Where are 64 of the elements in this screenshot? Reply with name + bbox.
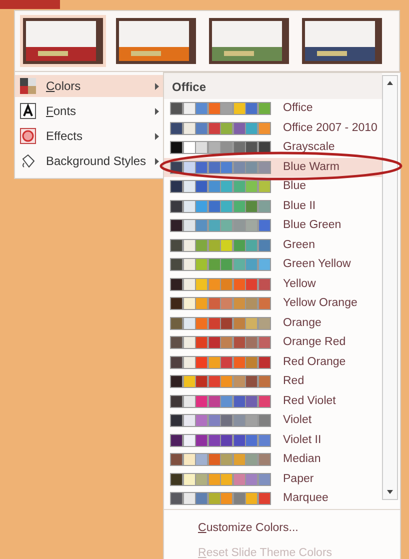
- color-scheme-item[interactable]: Red: [164, 372, 382, 392]
- color-grid-icon: [20, 78, 36, 94]
- color-scheme-item[interactable]: Green Yellow: [164, 255, 382, 274]
- color-scheme-item[interactable]: Yellow Orange: [164, 294, 382, 314]
- menu-label: Colors: [46, 78, 82, 95]
- color-scheme-item[interactable]: Paper: [164, 470, 382, 489]
- scheme-label: Orange: [283, 316, 322, 331]
- paint-bucket-icon: [20, 153, 36, 169]
- menu-label: Effects: [46, 128, 84, 145]
- scheme-label: Red Violet: [283, 394, 336, 409]
- color-scheme-item[interactable]: Marquee: [164, 489, 382, 508]
- menu-item[interactable]: Colors: [15, 75, 165, 97]
- theme-thumbnail[interactable]: [113, 15, 199, 67]
- footer-command[interactable]: Customize Colors...: [198, 520, 400, 537]
- menu-item[interactable]: Background Styles: [15, 150, 165, 172]
- theme-thumbnail[interactable]: [299, 15, 385, 67]
- color-scheme-item[interactable]: Green: [164, 236, 382, 255]
- color-scheme-item[interactable]: Violet: [164, 411, 382, 430]
- theme-thumbnail[interactable]: [206, 15, 292, 67]
- color-scheme-item[interactable]: Blue: [164, 177, 382, 196]
- color-scheme-item[interactable]: Blue Warm: [164, 158, 382, 177]
- color-scheme-item[interactable]: Orange: [164, 314, 382, 333]
- section-header: Office: [164, 73, 382, 99]
- scheme-label: Green: [283, 238, 315, 253]
- scheme-label: Median: [283, 452, 321, 468]
- theme-thumbnail[interactable]: [20, 15, 106, 67]
- submenu-arrow-icon: [155, 132, 159, 140]
- scheme-label: Blue II: [283, 198, 316, 214]
- submenu-arrow-icon: [155, 158, 159, 164]
- scheme-label: Office 2007 - 2010: [283, 120, 378, 136]
- scheme-label: Marquee: [283, 491, 328, 506]
- scheme-label: Grayscale: [283, 140, 335, 156]
- menu-item[interactable]: Effects: [15, 125, 165, 147]
- menu-item[interactable]: Fonts: [15, 100, 165, 122]
- color-scheme-item[interactable]: Red Orange: [164, 352, 382, 372]
- color-scheme-item[interactable]: Blue II: [164, 196, 382, 216]
- color-scheme-item[interactable]: Office 2007 - 2010: [164, 118, 382, 138]
- scheme-label: Yellow Orange: [283, 296, 358, 312]
- scheme-label: Red: [283, 374, 304, 390]
- letter-a-icon: [20, 103, 36, 119]
- scheme-label: Blue: [283, 179, 306, 194]
- color-scheme-item[interactable]: Grayscale: [164, 138, 382, 158]
- scheme-label: Red Orange: [283, 354, 346, 370]
- circle-effect-icon: [20, 128, 36, 144]
- color-scheme-item[interactable]: Orange Red: [164, 333, 382, 352]
- scheme-label: Blue Warm: [283, 160, 340, 175]
- menu-label: Background Styles: [46, 153, 148, 170]
- color-scheme-item[interactable]: Violet II: [164, 430, 382, 450]
- submenu-arrow-icon: [155, 82, 159, 90]
- color-scheme-item[interactable]: Blue Green: [164, 216, 382, 236]
- color-scheme-item[interactable]: Office: [164, 99, 382, 118]
- scheme-label: Yellow: [283, 276, 316, 292]
- color-scheme-item[interactable]: Yellow: [164, 274, 382, 294]
- scheme-label: Paper: [283, 472, 314, 487]
- scheme-label: Violet: [283, 413, 312, 428]
- scheme-label: Office: [283, 101, 313, 116]
- scheme-label: Orange Red: [283, 335, 346, 350]
- scheme-label: Blue Green: [283, 218, 342, 234]
- scheme-label: Green Yellow: [283, 257, 351, 272]
- scheme-label: Violet II: [283, 432, 322, 448]
- submenu-arrow-icon: [155, 108, 159, 114]
- color-scheme-item[interactable]: Median: [164, 450, 382, 470]
- color-scheme-item[interactable]: Red Violet: [164, 392, 382, 411]
- menu-label: Fonts: [46, 103, 78, 120]
